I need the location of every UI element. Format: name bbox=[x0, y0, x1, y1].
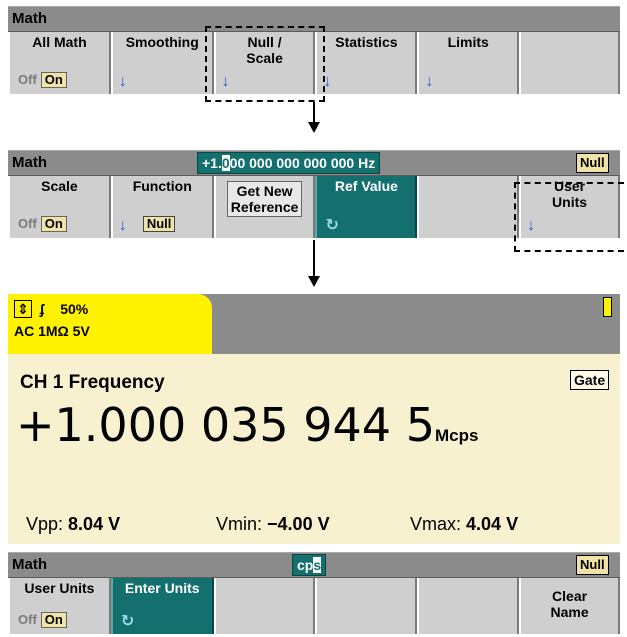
user-units-toggle-softkey[interactable]: User Units Off On bbox=[8, 578, 111, 634]
vmin-value: −4.00 V bbox=[267, 514, 330, 534]
down-arrow-icon: ↓ bbox=[118, 217, 127, 234]
user-units-toggle-label: User Units bbox=[24, 580, 95, 596]
connector-line bbox=[313, 240, 315, 276]
user-units-off-on: Off On bbox=[18, 612, 67, 628]
ref-value-softkey[interactable]: Ref Value ↻ bbox=[315, 176, 418, 238]
empty-softkey[interactable] bbox=[417, 176, 520, 238]
reference-value-entry[interactable]: +1.000 000 000 000 000 Hz bbox=[197, 152, 381, 174]
connector-line bbox=[313, 102, 315, 122]
reading-value: +1.000 035 944 5 bbox=[16, 398, 435, 452]
statistics-label: Statistics bbox=[335, 34, 398, 50]
entry-cursor: 0 bbox=[221, 155, 230, 171]
function-label: Function bbox=[132, 178, 192, 194]
measurement-panel: CH 1 Frequency Gate +1.000 035 944 5Mcps… bbox=[8, 354, 620, 544]
scale-softkey[interactable]: Scale Off On bbox=[8, 176, 111, 238]
units-entry[interactable]: cps bbox=[292, 554, 327, 576]
battery-icon bbox=[603, 297, 612, 317]
vmax-readout: Vmax: 4.04 V bbox=[410, 514, 518, 535]
null-badge-text: Null bbox=[580, 557, 605, 572]
name-label: Name bbox=[550, 604, 589, 620]
connector-arrowhead bbox=[308, 276, 320, 287]
vmax-label: Vmax: bbox=[410, 514, 462, 534]
ref-value-label: Ref Value bbox=[334, 178, 398, 194]
null-badge: Null bbox=[576, 153, 609, 173]
enter-units-label: Enter Units bbox=[124, 580, 200, 596]
function-value: Null bbox=[142, 216, 176, 232]
limits-softkey[interactable]: Limits ↓ bbox=[417, 32, 520, 94]
entry-rest: 00 000 000 000 000 Hz bbox=[229, 155, 376, 171]
empty-softkey[interactable] bbox=[519, 32, 620, 94]
empty-softkey[interactable] bbox=[417, 578, 520, 634]
coupling-line: AC 1MΩ 5V bbox=[14, 323, 90, 339]
down-arrow-icon: ↓ bbox=[118, 73, 127, 90]
smoothing-label: Smoothing bbox=[125, 34, 199, 50]
empty-softkey[interactable] bbox=[213, 578, 316, 634]
all-math-softkey[interactable]: All Math Off On bbox=[8, 32, 111, 94]
knob-rotate-icon: ↻ bbox=[120, 613, 135, 630]
scale-off-on: Off On bbox=[18, 216, 67, 232]
gate-badge: Gate bbox=[570, 370, 610, 390]
on-indicator: On bbox=[40, 216, 67, 232]
function-softkey[interactable]: Function ↓ Null bbox=[110, 176, 214, 238]
user-units-menu-title: Math bbox=[12, 556, 47, 573]
enter-units-softkey[interactable]: Enter Units ↻ bbox=[110, 578, 214, 634]
reference-label: Reference bbox=[230, 199, 299, 215]
trigger-mode-icon: ⇕ bbox=[14, 300, 32, 318]
knob-rotate-icon: ↻ bbox=[325, 217, 339, 234]
math-menu-title: Math bbox=[12, 10, 47, 27]
units-entry-text: cp bbox=[297, 557, 314, 573]
empty-softkey[interactable] bbox=[315, 578, 418, 634]
all-math-label: All Math bbox=[32, 34, 87, 50]
vpp-readout: Vpp: 8.04 V bbox=[26, 514, 120, 535]
user-units-highlight bbox=[514, 182, 624, 252]
get-new-reference-softkey[interactable]: Get New Reference bbox=[213, 176, 316, 238]
all-math-off-on: Off On bbox=[18, 72, 67, 88]
trigger-line: ⇕ ʄ 50% bbox=[14, 300, 206, 318]
clear-label: Clear bbox=[552, 588, 588, 604]
null-badge-text: Null bbox=[580, 155, 605, 170]
smoothing-softkey[interactable]: Smoothing ↓ bbox=[110, 32, 214, 94]
limits-label: Limits bbox=[447, 34, 489, 50]
trigger-status-tab: ⇕ ʄ 50% AC 1MΩ 5V bbox=[8, 294, 212, 354]
vmin-readout: Vmin: −4.00 V bbox=[216, 514, 330, 535]
channel-label: CH 1 Frequency bbox=[20, 372, 165, 393]
slope-icon: ʄ bbox=[39, 301, 45, 317]
connector-arrowhead bbox=[308, 122, 320, 133]
get-new-reference-box: Get New Reference bbox=[226, 181, 303, 217]
math-scale-title: Math bbox=[12, 154, 47, 171]
on-indicator: On bbox=[40, 612, 67, 628]
entry-prefix: +1. bbox=[202, 155, 222, 171]
null-scale-highlight bbox=[205, 26, 325, 102]
reading-unit: Mcps bbox=[434, 426, 479, 445]
trigger-level: 50% bbox=[60, 301, 89, 317]
scale-label: Scale bbox=[41, 178, 78, 194]
vpp-label: Vpp: bbox=[26, 514, 64, 534]
on-indicator: On bbox=[40, 72, 67, 88]
user-units-softkey-row: User Units Off On Enter Units ↻ Clear Nam… bbox=[8, 578, 620, 634]
down-arrow-icon: ↓ bbox=[425, 73, 434, 90]
units-entry-cursor: s bbox=[313, 557, 322, 573]
null-badge: Null bbox=[576, 555, 609, 575]
clear-name-softkey[interactable]: Clear Name bbox=[519, 578, 620, 634]
vmin-label: Vmin: bbox=[216, 514, 263, 534]
get-new-label: Get New bbox=[236, 183, 293, 199]
statistics-softkey[interactable]: Statistics ↓ bbox=[315, 32, 418, 94]
vpp-value: 8.04 V bbox=[68, 514, 121, 534]
vmax-value: 4.04 V bbox=[466, 514, 519, 534]
main-reading: +1.000 035 944 5Mcps bbox=[16, 398, 478, 452]
